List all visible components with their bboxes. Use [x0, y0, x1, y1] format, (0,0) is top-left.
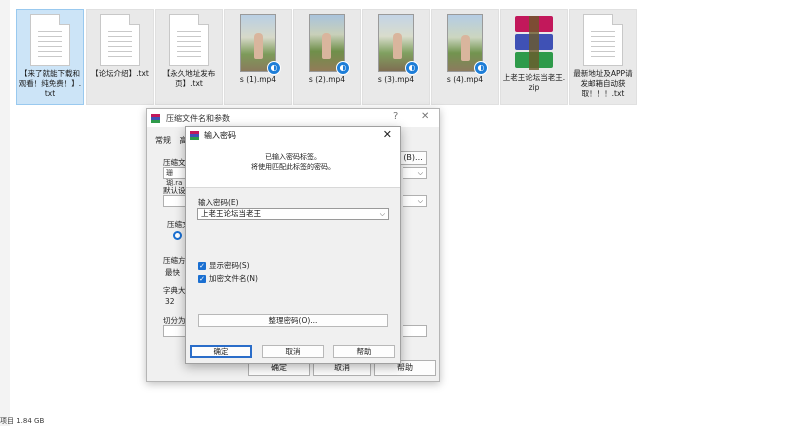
media-player-icon: ◐: [405, 61, 419, 75]
enter-password-dialog: 输入密码 ✕ 已输入密码标签。 将使用匹配此标签的密码。 输入密码(E) 上老王…: [185, 126, 401, 364]
browse-button[interactable]: (B)...: [399, 151, 427, 165]
default-profile-field[interactable]: [163, 195, 187, 207]
file-item[interactable]: ◐ s (4).mp4: [431, 9, 499, 105]
archive-dialog-title: 压缩文件名和参数: [166, 113, 230, 123]
close-icon[interactable]: ✕: [421, 111, 429, 122]
chevron-down-icon[interactable]: ⌵: [380, 209, 385, 219]
password-dialog-title: 输入密码: [204, 131, 236, 140]
help-button[interactable]: 帮助: [333, 345, 395, 358]
ok-button[interactable]: 确定: [190, 345, 252, 358]
file-name: s (1).mp4: [239, 75, 277, 84]
split-volumes-field-end: [403, 325, 427, 337]
file-name: 上老王论坛当老王.zip: [502, 73, 566, 92]
password-info-line: 将使用匹配此标签的密码。: [251, 163, 335, 171]
default-profile-dropdown[interactable]: ⌵: [403, 195, 427, 207]
checkmark-icon: ✓: [198, 261, 206, 270]
file-name: 【来了就能下载和观看！纯免费！】.txt: [18, 69, 82, 98]
compression-method-value[interactable]: 最快: [165, 267, 180, 278]
video-thumbnail: ◐: [447, 14, 488, 75]
text-file-icon: [30, 14, 70, 66]
video-thumbnail: ◐: [240, 14, 281, 75]
split-volumes-field[interactable]: [163, 325, 187, 337]
password-value: 上老王论坛当老王: [201, 209, 261, 218]
winrar-app-icon: [190, 131, 199, 140]
file-item[interactable]: 最新地址及APP请发邮箱自动获取！！！.txt: [569, 9, 637, 105]
help-icon[interactable]: ?: [393, 111, 398, 122]
dictionary-size-value[interactable]: 32: [165, 297, 175, 306]
file-name: 【永久地址发布页】.txt: [162, 69, 216, 88]
archive-name-dropdown[interactable]: ⌵: [403, 167, 427, 179]
file-item[interactable]: 【永久地址发布页】.txt: [155, 9, 223, 105]
video-thumbnail: ◐: [309, 14, 350, 75]
password-info-panel: 已输入密码标签。 将使用匹配此标签的密码。: [186, 144, 400, 188]
show-password-checkbox[interactable]: ✓ 显示密码(S): [198, 260, 250, 271]
compression-method-label: 压缩方: [163, 256, 186, 265]
text-file-icon: [100, 14, 140, 66]
encrypt-filenames-checkbox[interactable]: ✓ 加密文件名(N): [198, 273, 258, 284]
close-icon[interactable]: ✕: [383, 128, 392, 141]
archive-dialog-tabs: 常规 高: [155, 135, 188, 146]
media-player-icon: ◐: [474, 61, 488, 75]
organize-passwords-button[interactable]: 整理密码(O)...: [198, 314, 388, 327]
media-player-icon: ◐: [336, 61, 350, 75]
file-name: 最新地址及APP请发邮箱自动获取！！！.txt: [573, 69, 633, 98]
file-name: s (2).mp4: [308, 75, 346, 84]
show-password-label: 显示密码(S): [209, 261, 250, 270]
tab-general[interactable]: 常规: [155, 136, 171, 145]
winrar-archive-icon: [513, 14, 555, 70]
text-file-icon: [583, 14, 623, 66]
cancel-button[interactable]: 取消: [262, 345, 324, 358]
file-item[interactable]: 上老王论坛当老王.zip: [500, 9, 568, 105]
file-item[interactable]: 【来了就能下载和观看！纯免费！】.txt: [16, 9, 84, 105]
file-item[interactable]: ◐ s (1).mp4: [224, 9, 292, 105]
archive-name-field[interactable]: 珊瑚.ra: [163, 167, 187, 187]
navigation-pane-edge: [0, 0, 10, 426]
media-player-icon: ◐: [267, 61, 281, 75]
checkmark-icon: ✓: [198, 274, 206, 283]
file-item[interactable]: ◐ s (2).mp4: [293, 9, 361, 105]
file-item[interactable]: ◐ s (3).mp4: [362, 9, 430, 105]
encrypt-filenames-label: 加密文件名(N): [209, 274, 258, 283]
format-radio[interactable]: [173, 231, 182, 240]
winrar-app-icon: [151, 113, 160, 123]
text-file-icon: [169, 14, 209, 66]
password-label: 输入密码(E): [198, 198, 239, 207]
file-name: 【论坛介绍】.txt: [91, 69, 149, 78]
status-bar-text: 项目 1.84 GB: [0, 417, 45, 425]
video-thumbnail: ◐: [378, 14, 419, 75]
password-dialog-titlebar: 输入密码 ✕: [186, 127, 400, 144]
file-name: s (4).mp4: [446, 75, 484, 84]
password-info-line: 已输入密码标签。: [265, 153, 321, 161]
password-input[interactable]: 上老王论坛当老王 ⌵: [197, 208, 389, 220]
file-item[interactable]: 【论坛介绍】.txt: [86, 9, 154, 105]
file-name: s (3).mp4: [377, 75, 415, 84]
